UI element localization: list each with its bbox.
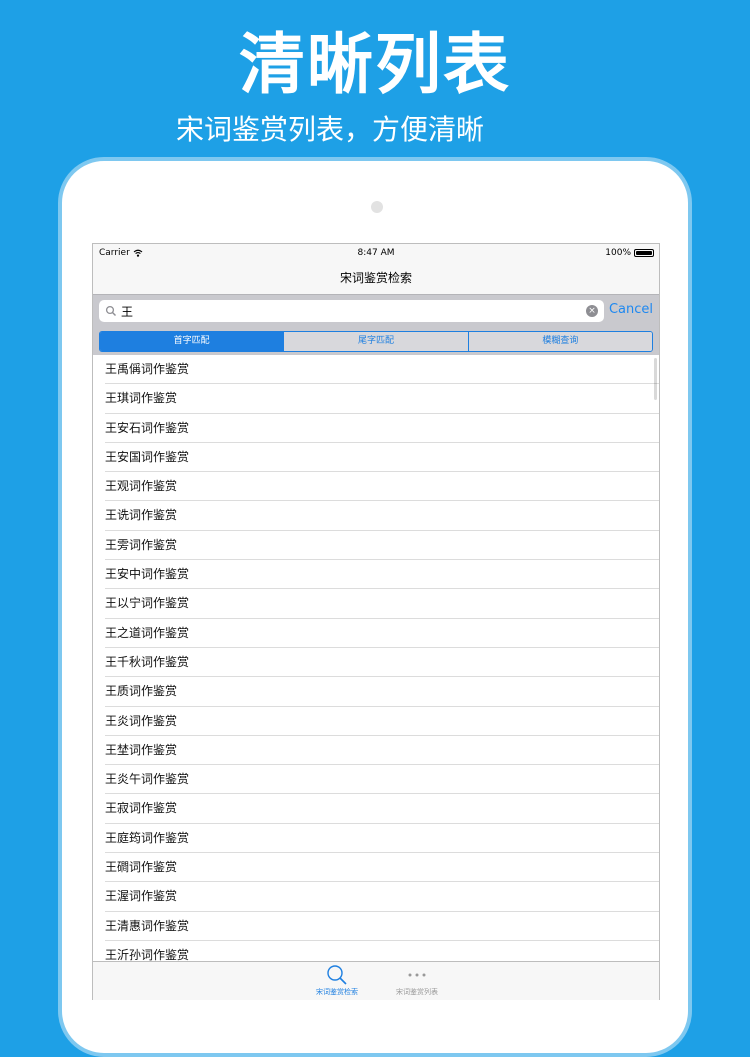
result-row-label: 王渥词作鉴赏 [105, 889, 178, 904]
result-row[interactable]: 王质词作鉴赏 [105, 677, 659, 707]
result-row[interactable]: 王诜词作鉴赏 [105, 501, 659, 531]
status-battery: 100% [605, 248, 654, 258]
tab-search-label: 宋词鉴赏检索 [316, 988, 358, 996]
result-row[interactable]: 王之道词作鉴赏 [105, 619, 659, 648]
result-row-label: 王清惠词作鉴赏 [105, 918, 190, 933]
battery-fill [636, 251, 652, 255]
result-row-label: 王之道词作鉴赏 [105, 625, 190, 640]
result-row[interactable]: 王炎午词作鉴赏 [105, 765, 659, 795]
result-row[interactable]: 王禹偁词作鉴赏 [105, 355, 659, 385]
result-row-label: 王禹偁词作鉴赏 [105, 362, 190, 376]
result-row[interactable]: 王庭筠词作鉴赏 [105, 824, 659, 854]
result-row-label: 王质词作鉴赏 [105, 684, 178, 699]
result-row[interactable]: 王琪词作鉴赏 [105, 384, 659, 414]
search-field[interactable]: × [99, 300, 604, 322]
result-row[interactable]: 王渥词作鉴赏 [105, 882, 659, 912]
scope-segment[interactable]: 首字匹配 [100, 332, 284, 351]
result-row[interactable]: 王千秋词作鉴赏 [105, 648, 659, 678]
result-row-label: 王炎午词作鉴赏 [105, 772, 190, 787]
result-row[interactable]: 王清惠词作鉴赏 [105, 912, 659, 941]
result-row[interactable]: 王沂孙词作鉴赏 [105, 941, 659, 961]
result-row[interactable]: 王安国词作鉴赏 [105, 443, 659, 473]
promo-title: 清晰列表 [239, 26, 511, 103]
result-row[interactable]: 王安石词作鉴赏 [105, 414, 659, 443]
result-row-label: 王沂孙词作鉴赏 [105, 947, 190, 961]
result-row[interactable]: 王以宁词作鉴赏 [105, 589, 659, 619]
result-row-label: 王琪词作鉴赏 [105, 391, 178, 406]
result-list[interactable]: 王禹偁词作鉴赏 王琪词作鉴赏 王安石词作鉴赏 王安国词作鉴赏 王观词作鉴赏 王诜词作鉴赏王… [93, 355, 659, 961]
nav-bar: 宋词鉴赏检索 [93, 264, 659, 294]
scroll-indicator[interactable] [654, 358, 657, 400]
camera-dot [371, 201, 383, 213]
scope-bar: 首字匹配 尾字匹配 模糊查询 [93, 331, 659, 355]
search-bar: × Cancel [93, 294, 659, 331]
scope-segment[interactable]: 尾字匹配 [283, 332, 468, 351]
tab-search[interactable]: 宋词鉴赏检索 [297, 962, 377, 1000]
result-row[interactable]: 王安中词作鉴赏 [105, 560, 659, 590]
result-row-label: 王观词作鉴赏 [105, 479, 178, 494]
result-row[interactable]: 王观词作鉴赏 [105, 472, 659, 502]
tab-list-label: 宋词鉴赏列表 [396, 988, 438, 996]
result-row-label: 王安中词作鉴赏 [105, 567, 190, 582]
nav-title: 宋词鉴赏检索 [339, 271, 412, 285]
result-row-label: 王诜词作鉴赏 [105, 508, 178, 523]
result-row[interactable]: 王寂词作鉴赏 [105, 794, 659, 824]
search-icon [105, 305, 116, 316]
result-row-label: 王炎词作鉴赏 [105, 713, 178, 728]
clear-icon[interactable]: × [586, 305, 598, 317]
result-row[interactable]: 王雱词作鉴赏 [105, 531, 659, 561]
tab-bar: 宋词鉴赏检索 宋词鉴赏列表 [93, 961, 659, 1000]
result-row-label: 王安石词作鉴赏 [105, 420, 190, 435]
result-row-label: 王以宁词作鉴赏 [105, 596, 190, 611]
battery-icon [634, 249, 654, 257]
more-icon [408, 973, 426, 977]
search-input[interactable] [121, 301, 561, 321]
result-row-label: 王磵词作鉴赏 [105, 860, 178, 875]
result-row[interactable]: 王埜词作鉴赏 [105, 736, 659, 766]
cancel-button[interactable]: Cancel [609, 302, 653, 317]
battery-percent: 100% [605, 248, 631, 258]
result-row-label: 王安国词作鉴赏 [105, 449, 190, 464]
scope-segmented-control: 首字匹配 尾字匹配 模糊查询 [99, 331, 653, 352]
result-row-label: 王千秋词作鉴赏 [105, 654, 190, 669]
result-row-label: 王埜词作鉴赏 [105, 742, 178, 757]
result-row[interactable]: 王磵词作鉴赏 [105, 853, 659, 883]
status-bar: Carrier 8:47 AM 100% [93, 244, 659, 264]
status-time: 8:47 AM [357, 248, 395, 258]
promo-subtitle: 宋词鉴赏列表，方便清晰 [175, 113, 484, 146]
result-row[interactable]: 王炎词作鉴赏 [105, 707, 659, 736]
search-icon [327, 965, 347, 985]
result-row-label: 王寂词作鉴赏 [105, 801, 178, 816]
tab-list[interactable]: 宋词鉴赏列表 [377, 962, 457, 1000]
result-row-label: 王雱词作鉴赏 [105, 537, 178, 552]
app-screen: Carrier 8:47 AM 100% 宋词鉴赏检索 × Canc [92, 243, 660, 1000]
scope-segment[interactable]: 模糊查询 [467, 332, 652, 351]
result-row-label: 王庭筠词作鉴赏 [105, 830, 190, 845]
